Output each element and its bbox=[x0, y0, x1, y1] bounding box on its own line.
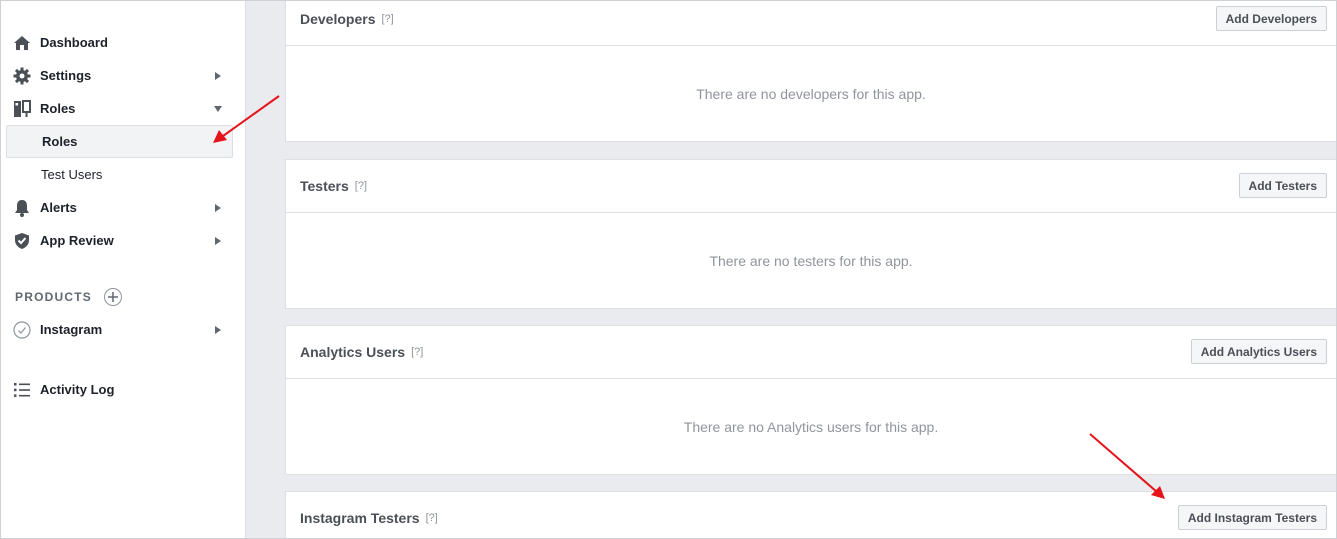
sidebar-subitem-label: Test Users bbox=[41, 167, 103, 182]
sidebar-item-label: Activity Log bbox=[40, 382, 115, 397]
add-analytics-users-button[interactable]: Add Analytics Users bbox=[1190, 339, 1327, 364]
panel-header: Testers [?] Add Testers bbox=[286, 160, 1336, 213]
sidebar: Dashboard Settings Roles Roles Test User… bbox=[1, 1, 246, 538]
add-instagram-testers-button[interactable]: Add Instagram Testers bbox=[1177, 505, 1327, 530]
sidebar-subitem-roles[interactable]: Roles bbox=[6, 125, 233, 158]
caret-down-icon bbox=[211, 102, 225, 116]
add-developers-button[interactable]: Add Developers bbox=[1215, 6, 1327, 31]
panel-header: Developers [?] Add Developers bbox=[286, 1, 1336, 46]
sidebar-item-label: Instagram bbox=[40, 322, 103, 337]
sidebar-item-label: Alerts bbox=[40, 200, 77, 215]
plus-icon bbox=[107, 292, 118, 302]
panel-empty-message: There are no Analytics users for this ap… bbox=[683, 418, 939, 435]
list-icon bbox=[12, 380, 32, 400]
products-label-text: PRODUCTS bbox=[15, 290, 92, 304]
panel-header: Instagram Testers [?] Add Instagram Test… bbox=[286, 492, 1336, 538]
add-product-button[interactable] bbox=[103, 288, 122, 306]
analytics-users-panel: Analytics Users [?] Add Analytics Users … bbox=[285, 325, 1336, 475]
app-window: Dashboard Settings Roles Roles Test User… bbox=[0, 0, 1337, 539]
products-section-label: PRODUCTS bbox=[15, 287, 122, 307]
sidebar-subitem-label: Roles bbox=[42, 134, 78, 149]
help-link[interactable]: [?] bbox=[411, 346, 423, 358]
caret-right-icon bbox=[211, 234, 225, 248]
home-icon bbox=[12, 33, 32, 53]
help-link[interactable]: [?] bbox=[355, 180, 367, 192]
panel-title: Analytics Users bbox=[300, 344, 406, 360]
sidebar-subitem-test-users[interactable]: Test Users bbox=[6, 158, 233, 191]
panel-title: Instagram Testers bbox=[300, 510, 420, 526]
sidebar-item-label: App Review bbox=[40, 233, 114, 248]
panel-title: Testers bbox=[300, 178, 349, 194]
roles-icon bbox=[12, 99, 32, 119]
panel-title: Developers bbox=[300, 11, 376, 27]
sidebar-item-label: Roles bbox=[40, 101, 76, 116]
check-circle-icon bbox=[12, 320, 32, 340]
caret-right-icon bbox=[211, 323, 225, 337]
sidebar-item-app-review[interactable]: App Review bbox=[6, 224, 233, 257]
caret-right-icon bbox=[211, 69, 225, 83]
help-link[interactable]: [?] bbox=[381, 13, 393, 25]
help-link[interactable]: [?] bbox=[426, 512, 438, 524]
gear-icon bbox=[12, 66, 32, 86]
panel-header: Analytics Users [?] Add Analytics Users bbox=[286, 326, 1336, 379]
sidebar-item-label: Dashboard bbox=[40, 35, 108, 50]
shield-check-icon bbox=[12, 231, 32, 251]
sidebar-item-activity-log[interactable]: Activity Log bbox=[6, 373, 233, 406]
sidebar-item-instagram[interactable]: Instagram bbox=[6, 313, 233, 346]
sidebar-item-alerts[interactable]: Alerts bbox=[6, 191, 233, 224]
bell-icon bbox=[12, 198, 32, 218]
sidebar-item-roles[interactable]: Roles bbox=[6, 92, 233, 125]
panel-empty-message: There are no testers for this app. bbox=[709, 252, 913, 269]
testers-panel: Testers [?] Add Testers There are no tes… bbox=[285, 159, 1336, 309]
sidebar-item-settings[interactable]: Settings bbox=[6, 59, 233, 92]
add-testers-button[interactable]: Add Testers bbox=[1238, 173, 1327, 198]
panel-empty-message: There are no developers for this app. bbox=[696, 85, 926, 102]
developers-panel: Developers [?] Add Developers There are … bbox=[285, 1, 1336, 142]
caret-right-icon bbox=[211, 201, 225, 215]
sidebar-item-dashboard[interactable]: Dashboard bbox=[6, 26, 233, 59]
sidebar-item-label: Settings bbox=[40, 68, 92, 83]
instagram-testers-panel: Instagram Testers [?] Add Instagram Test… bbox=[285, 491, 1336, 538]
